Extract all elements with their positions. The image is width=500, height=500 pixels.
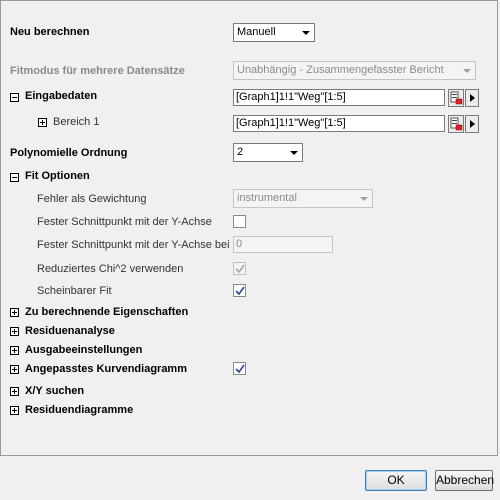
data-select-icon [450, 117, 463, 131]
fester-schnitt-bei-label: Fester Schnittpunkt mit der Y-Achse bei [37, 239, 230, 251]
expand-icon[interactable] [10, 346, 19, 355]
chevron-down-icon [302, 31, 310, 35]
bereich1-label: Bereich 1 [53, 116, 100, 128]
triangle-right-icon [470, 120, 475, 128]
eingabedaten-label: Eingabedaten [25, 90, 98, 102]
expand-icon[interactable] [38, 118, 47, 127]
fester-schnitt-bei-field[interactable]: 0 [233, 236, 333, 253]
data-menu-button[interactable] [465, 115, 479, 133]
fehler-value: instrumental [237, 192, 297, 204]
data-select-button[interactable] [448, 115, 464, 133]
fehler-select[interactable]: instrumental [233, 189, 373, 208]
data-menu-button[interactable] [465, 89, 479, 107]
data-select-button[interactable] [448, 89, 464, 107]
polynom-label: Polynomielle Ordnung [10, 147, 128, 159]
scheinbarer-checkbox[interactable] [233, 284, 246, 297]
fitmodus-value: Unabhängig - Zusammengefasster Bericht [237, 64, 444, 76]
settings-panel: Neu berechnen Manuell Fitmodus für mehre… [0, 0, 498, 456]
fitmodus-label: Fitmodus für mehrere Datensätze [10, 65, 185, 77]
polynom-select[interactable]: 2 [233, 143, 303, 162]
residuenanalyse-label: Residuenanalyse [25, 325, 115, 337]
neu-berechnen-value: Manuell [237, 26, 276, 38]
expand-icon[interactable] [10, 327, 19, 336]
expand-icon[interactable] [10, 365, 19, 374]
expand-icon[interactable] [10, 308, 19, 317]
collapse-icon[interactable] [10, 173, 19, 182]
collapse-icon[interactable] [10, 93, 19, 102]
cancel-button[interactable]: Abbrechen [435, 470, 494, 491]
chevron-down-icon [360, 197, 368, 201]
triangle-right-icon [470, 94, 475, 102]
angepasstes-label: Angepasstes Kurvendiagramm [25, 363, 187, 375]
ausgabe-label: Ausgabeeinstellungen [25, 344, 143, 356]
angepasstes-checkbox[interactable] [233, 362, 246, 375]
fitmodus-select[interactable]: Unabhängig - Zusammengefasster Bericht [233, 61, 476, 80]
expand-icon[interactable] [10, 387, 19, 396]
polynom-value: 2 [237, 146, 244, 158]
expand-icon[interactable] [10, 406, 19, 415]
chevron-down-icon [290, 151, 298, 155]
data-select-icon [450, 91, 463, 105]
neu-berechnen-select[interactable]: Manuell [233, 23, 315, 42]
checkmark-icon [235, 286, 245, 296]
chevron-down-icon [463, 69, 471, 73]
fester-schnitt-label: Fester Schnittpunkt mit der Y-Achse [37, 216, 212, 228]
bereich1-field[interactable]: [Graph1]1!1"Weg"[1:5] [233, 115, 445, 132]
checkmark-icon [235, 264, 245, 274]
fehler-label: Fehler als Gewichtung [37, 193, 147, 205]
xy-suchen-label: X/Y suchen [25, 385, 85, 397]
residuendiagramme-label: Residuendiagramme [25, 404, 134, 416]
zu-berechnende-label: Zu berechnende Eigenschaften [25, 306, 189, 318]
scheinbarer-label: Scheinbarer Fit [37, 285, 112, 297]
checkmark-icon [235, 364, 245, 374]
eingabedaten-field[interactable]: [Graph1]1!1"Weg"[1:5] [233, 89, 445, 106]
chi2-checkbox[interactable] [233, 262, 246, 275]
fester-schnitt-checkbox[interactable] [233, 215, 246, 228]
chi2-label: Reduziertes Chi^2 verwenden [37, 263, 184, 275]
neu-berechnen-label: Neu berechnen [10, 26, 90, 38]
ok-button[interactable]: OK [365, 470, 427, 491]
fit-optionen-label: Fit Optionen [25, 170, 90, 182]
